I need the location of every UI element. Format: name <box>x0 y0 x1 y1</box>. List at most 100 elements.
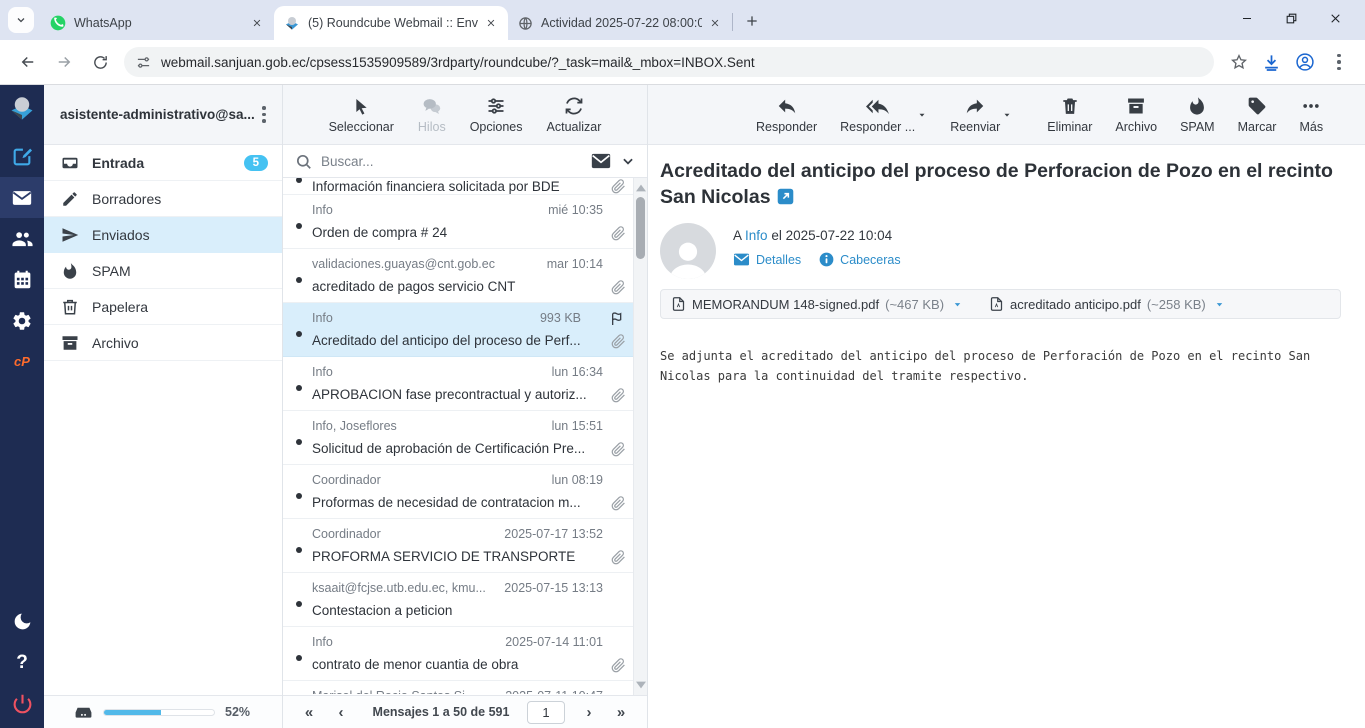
rail-contacts-button[interactable] <box>0 218 44 259</box>
attachment-name: MEMORANDUM 148-signed.pdf <box>692 297 879 312</box>
recipient-link[interactable]: Info <box>745 228 768 243</box>
flag-icon <box>610 311 626 327</box>
mark-label: Marcar <box>1238 120 1277 134</box>
reply-all-button[interactable]: Responder ... <box>840 96 915 134</box>
forward-button[interactable] <box>48 46 80 78</box>
rail-help-button[interactable]: ? <box>0 642 44 683</box>
rail-compose-button[interactable] <box>0 136 44 177</box>
globe-icon <box>518 16 533 31</box>
recipient-line: A Info el 2025-07-22 10:04 <box>733 228 901 243</box>
attachment-menu-caret-icon[interactable] <box>952 299 963 310</box>
rail-darkmode-button[interactable] <box>0 601 44 642</box>
details-toggle[interactable]: Detalles <box>733 252 801 267</box>
spam-button[interactable]: SPAM <box>1180 96 1215 134</box>
roundcube-icon <box>284 15 300 31</box>
open-in-new-window-icon[interactable] <box>777 188 794 205</box>
message-subject: Contestacion a peticion <box>312 603 452 619</box>
message-row[interactable]: Coordinadorlun 08:19 Proformas de necesi… <box>283 465 633 519</box>
restore-button[interactable] <box>1269 0 1313 36</box>
unread-count-badge: 5 <box>244 155 268 171</box>
attachment-paperclip-icon <box>611 442 626 457</box>
folder-drafts[interactable]: Borradores <box>44 181 282 217</box>
folder-sent[interactable]: Enviados <box>44 217 282 253</box>
message-row[interactable]: Marisol del Rocio Santos Si...2025-07-11… <box>283 681 633 694</box>
close-window-button[interactable] <box>1313 0 1357 36</box>
unread-dot-icon <box>296 439 302 445</box>
cpanel-icon: cP <box>14 354 30 369</box>
rail-calendar-button[interactable] <box>0 259 44 300</box>
folder-archive[interactable]: Archivo <box>44 325 282 361</box>
tab-close-icon[interactable] <box>706 14 724 32</box>
reply-icon <box>776 95 798 117</box>
tab-actividad[interactable]: Actividad 2025-07-22 08:00:00 <box>508 6 732 40</box>
reply-button[interactable]: Responder <box>756 96 817 134</box>
quota-indicator: 52% <box>44 695 282 728</box>
rail-mail-button[interactable] <box>0 177 44 218</box>
compose-icon <box>11 146 33 168</box>
prev-page-button[interactable]: ‹ <box>327 704 355 721</box>
rail-cpanel-button[interactable]: cP <box>0 341 44 382</box>
message-row[interactable]: Infolun 16:34 APROBACION fase precontrac… <box>283 357 633 411</box>
unread-dot-icon <box>296 493 302 499</box>
rail-settings-button[interactable] <box>0 300 44 341</box>
tab-whatsapp[interactable]: WhatsApp <box>40 6 274 40</box>
browser-menu-icon[interactable] <box>1329 54 1349 71</box>
scroll-down-icon[interactable] <box>634 677 647 693</box>
power-icon <box>12 693 33 714</box>
profile-icon[interactable] <box>1295 52 1315 72</box>
reply-all-caret-icon[interactable] <box>917 110 927 120</box>
list-scrollbar[interactable] <box>633 178 647 695</box>
message-row[interactable]: Info2025-07-14 11:01 contrato de menor c… <box>283 627 633 681</box>
downloads-icon[interactable] <box>1262 53 1281 72</box>
message-row[interactable]: ksaait@fcjse.utb.edu.ec, kmu...2025-07-1… <box>283 573 633 627</box>
refresh-button[interactable]: Actualizar <box>547 96 602 134</box>
scrollbar-thumb[interactable] <box>636 197 645 259</box>
message-row[interactable]: Infomié 10:35 Orden de compra # 24 <box>283 195 633 249</box>
message-sender: Info <box>312 365 333 380</box>
new-tab-button[interactable] <box>739 8 765 34</box>
more-button[interactable]: Más <box>1299 96 1323 134</box>
attachment-item[interactable]: acreditado anticipo.pdf (~258 KB) <box>989 296 1225 312</box>
headers-toggle[interactable]: Cabeceras <box>819 252 900 267</box>
message-row[interactable]: validaciones.guayas@cnt.gob.ecmar 10:14 … <box>283 249 633 303</box>
address-bar[interactable]: webmail.sanjuan.gob.ec/cpsess1535909589/… <box>124 47 1214 77</box>
options-button[interactable]: Opciones <box>470 96 523 134</box>
bookmark-star-icon[interactable] <box>1230 53 1248 71</box>
message-row[interactable]: Información financiera solicitada por BD… <box>283 178 633 195</box>
search-input[interactable] <box>321 154 582 169</box>
message-body: Se adjunta el acreditado del anticipo de… <box>660 346 1340 386</box>
attachment-item[interactable]: MEMORANDUM 148-signed.pdf (~467 KB) <box>671 296 963 312</box>
message-row-selected[interactable]: Info993 KB Acreditado del anticipo del p… <box>283 303 633 357</box>
tab-close-icon[interactable] <box>248 14 266 32</box>
last-page-button[interactable]: » <box>607 704 635 721</box>
forward-button[interactable]: Reenviar <box>950 96 1000 134</box>
forward-mail-icon <box>964 95 986 117</box>
tab-close-icon[interactable] <box>482 14 500 32</box>
first-page-button[interactable]: « <box>295 704 323 721</box>
search-options-chevron-icon[interactable] <box>621 154 635 168</box>
tab-roundcube[interactable]: (5) Roundcube Webmail :: Envia <box>274 6 508 40</box>
minimize-button[interactable] <box>1225 0 1269 36</box>
rail-logout-button[interactable] <box>0 683 44 724</box>
tab-search-button[interactable] <box>8 7 34 33</box>
account-menu-icon[interactable] <box>254 106 274 123</box>
reload-button[interactable] <box>84 46 116 78</box>
folder-trash[interactable]: Papelera <box>44 289 282 325</box>
message-row[interactable]: Coordinador2025-07-17 13:52 PROFORMA SER… <box>283 519 633 573</box>
forward-caret-icon[interactable] <box>1002 110 1012 120</box>
select-button[interactable]: Seleccionar <box>329 96 394 134</box>
archive-button[interactable]: Archivo <box>1115 96 1157 134</box>
next-page-button[interactable]: › <box>575 704 603 721</box>
mark-button[interactable]: Marcar <box>1238 96 1277 134</box>
attachment-menu-caret-icon[interactable] <box>1214 299 1225 310</box>
back-button[interactable] <box>12 46 44 78</box>
message-row[interactable]: Info, Josefloreslun 15:51 Solicitud de a… <box>283 411 633 465</box>
page-number-input[interactable]: 1 <box>527 701 565 724</box>
folder-inbox[interactable]: Entrada 5 <box>44 145 282 181</box>
threads-button[interactable]: Hilos <box>418 96 446 134</box>
search-scope-mail-icon[interactable] <box>591 153 611 169</box>
folder-spam[interactable]: SPAM <box>44 253 282 289</box>
app-rail: cP ? <box>0 85 44 728</box>
scroll-up-icon[interactable] <box>634 180 647 196</box>
delete-button[interactable]: Eliminar <box>1047 96 1092 134</box>
